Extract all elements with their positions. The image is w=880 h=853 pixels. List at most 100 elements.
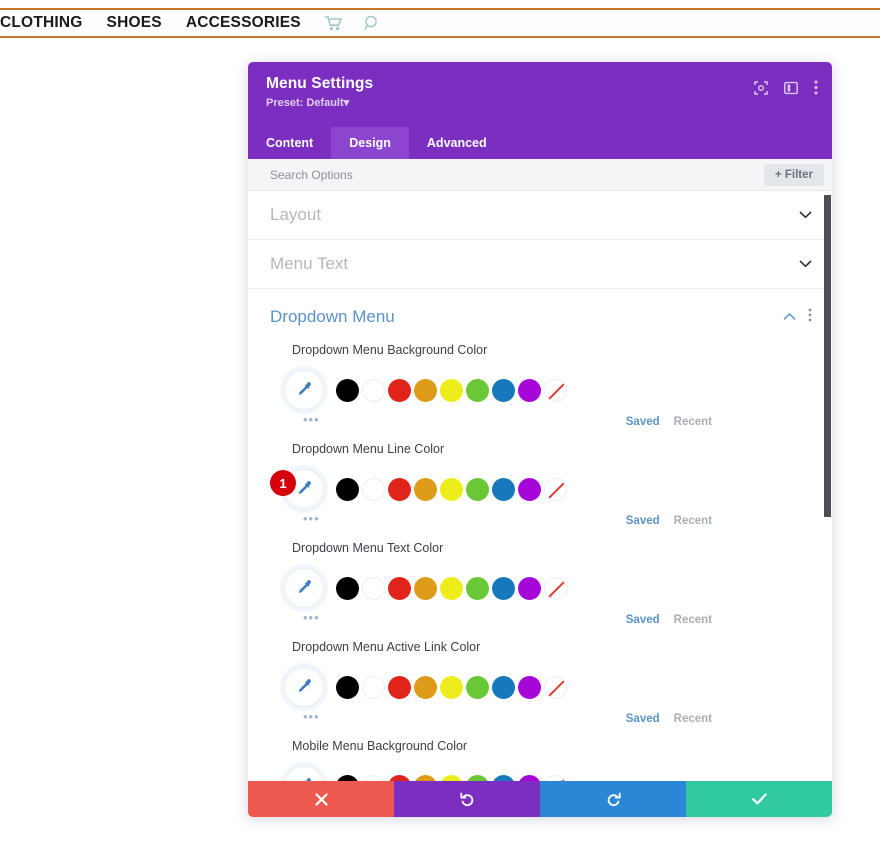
eyedropper-icon[interactable] [284,568,324,608]
modal-tabs: Content Design Advanced [248,127,832,159]
nav-link-shoes[interactable]: SHOES [107,14,162,32]
swatch-black[interactable] [336,577,359,600]
nav-link-clothing[interactable]: CLOTHING [0,14,83,32]
section-menu-text-label: Menu Text [270,254,348,274]
saved-tab[interactable]: Saved [626,515,660,527]
tab-advanced[interactable]: Advanced [409,127,505,159]
preset-selector[interactable]: Preset: Default▾ [266,96,814,109]
swatch-yellow[interactable] [440,478,463,501]
swatch-black[interactable] [336,478,359,501]
swatch-purple[interactable] [518,379,541,402]
section-layout[interactable]: Layout [248,191,832,240]
nav-link-accessories[interactable]: ACCESSORIES [186,14,301,32]
section-kebab-menu-icon[interactable] [808,308,812,327]
chevron-up-icon[interactable] [783,308,796,326]
eyedropper-icon[interactable] [284,370,324,410]
section-menu-text[interactable]: Menu Text [248,240,832,289]
search-icon[interactable] [364,15,380,31]
layout-panel-icon[interactable] [784,81,798,95]
recent-tab[interactable]: Recent [674,515,712,527]
saved-tab[interactable]: Saved [626,614,660,626]
swatch-green[interactable] [466,577,489,600]
kebab-menu-icon[interactable] [814,80,818,95]
swatch-transparent[interactable] [544,379,567,402]
eyedropper-icon[interactable] [284,766,324,781]
scrollbar-track[interactable] [824,191,832,781]
tab-content[interactable]: Content [248,127,331,159]
focus-target-icon[interactable] [754,81,768,95]
swatch-orange[interactable] [414,577,437,600]
swatch-green[interactable] [466,379,489,402]
swatch-blue[interactable] [492,379,515,402]
swatch-black[interactable] [336,676,359,699]
swatch-purple[interactable] [518,577,541,600]
swatch-transparent[interactable] [544,775,567,782]
swatch-orange[interactable] [414,379,437,402]
swatch-transparent[interactable] [544,676,567,699]
undo-button[interactable] [394,781,540,817]
more-options-icon[interactable]: ••• [303,611,320,624]
save-button[interactable] [686,781,832,817]
swatch-orange[interactable] [414,478,437,501]
section-dropdown-menu-header[interactable]: Dropdown Menu [270,307,812,327]
swatch-purple[interactable] [518,676,541,699]
more-options-icon[interactable]: ••• [303,512,320,525]
swatch-red[interactable] [388,379,411,402]
swatch-red[interactable] [388,478,411,501]
swatch-green[interactable] [466,478,489,501]
search-input[interactable] [270,168,764,182]
swatch-purple[interactable] [518,478,541,501]
swatch-yellow[interactable] [440,676,463,699]
swatch-blue[interactable] [492,676,515,699]
swatch-green[interactable] [466,775,489,782]
redo-button[interactable] [540,781,686,817]
recent-tab[interactable]: Recent [674,614,712,626]
recent-tab[interactable]: Recent [674,416,712,428]
preset-caret-icon: ▾ [344,97,350,109]
recent-tab[interactable]: Recent [674,713,712,725]
swatch-purple[interactable] [518,775,541,782]
color-swatch-row: ••• [284,567,812,609]
field-dropdown-menu-line-color: Dropdown Menu Line Color 1 [270,442,812,537]
swatch-white[interactable] [362,676,385,699]
swatch-red[interactable] [388,577,411,600]
field-mobile-menu-background-color: Mobile Menu Background Color [270,739,812,781]
swatch-transparent[interactable] [544,478,567,501]
swatch-black[interactable] [336,379,359,402]
swatch-white[interactable] [362,577,385,600]
saved-tab[interactable]: Saved [626,713,660,725]
swatch-red[interactable] [388,676,411,699]
saved-tab[interactable]: Saved [626,416,660,428]
swatch-white[interactable] [362,775,385,782]
more-options-icon[interactable]: ••• [303,413,320,426]
field-label: Dropdown Menu Active Link Color [292,640,812,654]
swatch-blue[interactable] [492,577,515,600]
cart-icon[interactable] [325,16,342,31]
swatch-red[interactable] [388,775,411,782]
cancel-button[interactable] [248,781,394,817]
tab-design[interactable]: Design [331,127,409,159]
swatch-orange[interactable] [414,676,437,699]
header-icon-group [754,80,818,95]
eyedropper-icon[interactable] [284,667,324,707]
swatch-white[interactable] [362,478,385,501]
filter-button[interactable]: + Filter [764,164,824,186]
swatch-yellow[interactable] [440,775,463,782]
more-options-icon[interactable]: ••• [303,710,320,723]
swatch-green[interactable] [466,676,489,699]
menu-settings-modal: Menu Settings Preset: Default▾ Content D… [248,62,832,817]
swatch-yellow[interactable] [440,379,463,402]
scrollbar-thumb[interactable] [824,195,831,517]
check-icon [752,793,767,805]
field-dropdown-menu-text-color: Dropdown Menu Text Color [270,541,812,636]
swatch-black[interactable] [336,775,359,782]
search-bar: + Filter [248,159,832,191]
redo-icon [606,792,621,807]
swatch-blue[interactable] [492,478,515,501]
swatch-transparent[interactable] [544,577,567,600]
section-dropdown-menu-title: Dropdown Menu [270,307,395,327]
swatch-white[interactable] [362,379,385,402]
swatch-blue[interactable] [492,775,515,782]
swatch-orange[interactable] [414,775,437,782]
swatch-yellow[interactable] [440,577,463,600]
